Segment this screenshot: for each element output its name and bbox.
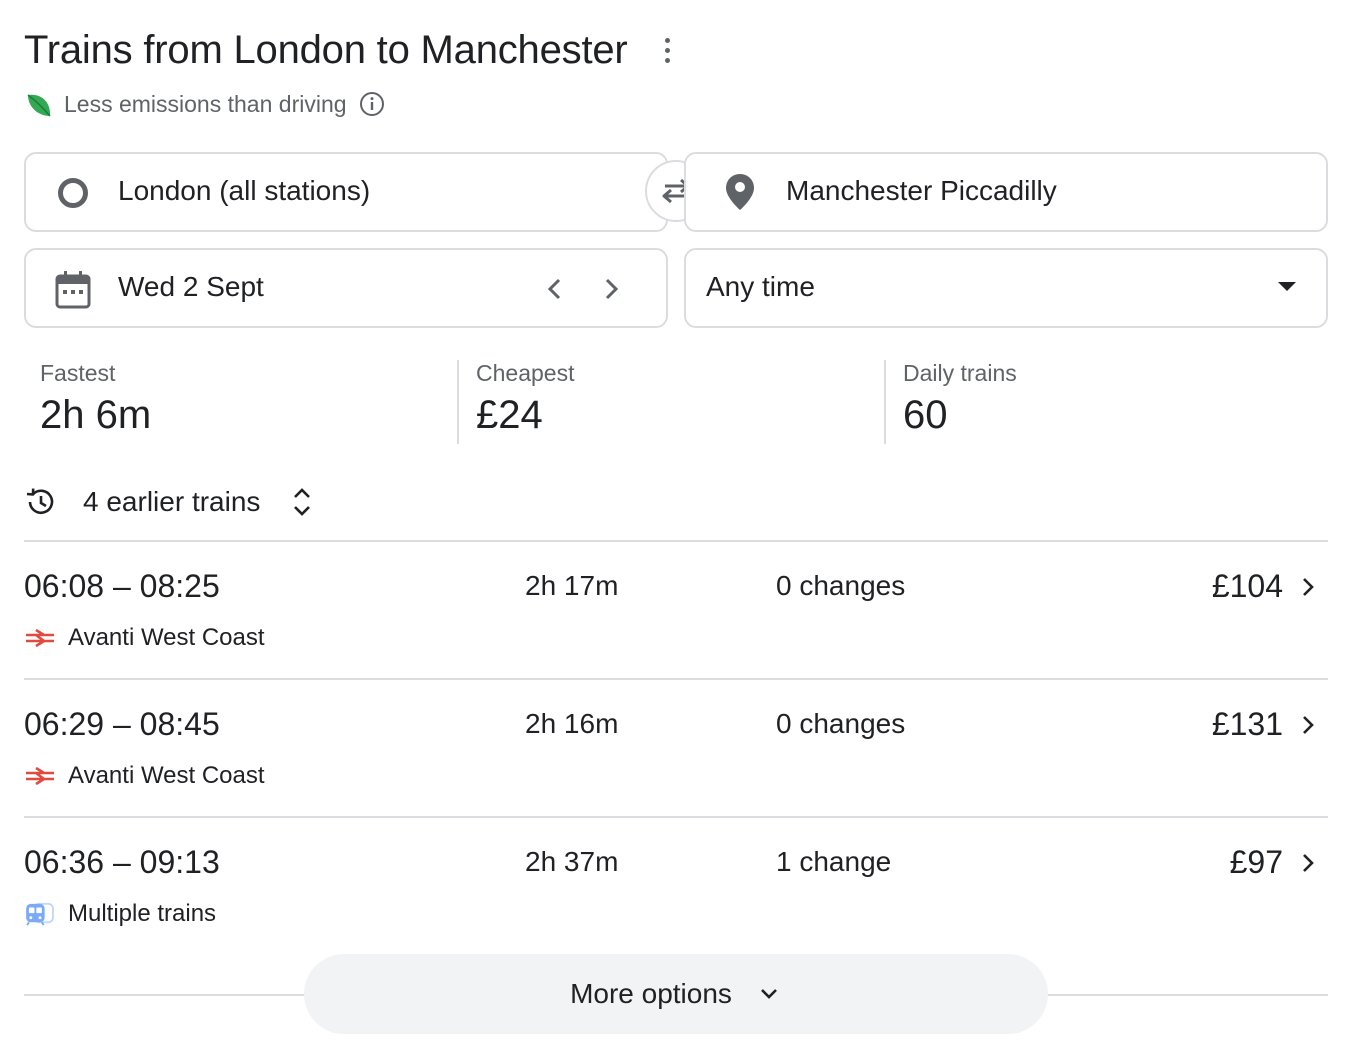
destination-field[interactable]: Manchester Piccadilly: [684, 152, 1328, 232]
trip-times: 06:08 – 08:25: [24, 568, 220, 604]
stat-cheapest: Cheapest £24: [476, 360, 574, 444]
date-field[interactable]: Wed 2 Sept: [24, 248, 668, 328]
chevron-down-icon: [761, 989, 777, 999]
dropdown-arrow-icon: [1278, 282, 1296, 291]
more-menu-icon[interactable]: [658, 31, 678, 71]
earlier-trains-toggle[interactable]: 4 earlier trains: [24, 482, 314, 522]
national-rail-icon: [26, 766, 54, 786]
location-pin-icon: [726, 174, 754, 210]
national-rail-icon: [26, 628, 54, 648]
stat-value: 2h 6m: [40, 393, 152, 437]
date-value: Wed 2 Sept: [118, 271, 264, 302]
trip-operator: Multiple trains: [68, 900, 217, 927]
trip-duration: 2h 16m: [525, 708, 619, 739]
next-day-button[interactable]: [594, 272, 628, 306]
time-value: Any time: [706, 271, 815, 302]
trip-operator: Avanti West Coast: [68, 624, 265, 651]
trip-row[interactable]: 06:08 – 08:25 2h 17m 0 changes £104 Avan…: [24, 542, 1328, 678]
time-select[interactable]: Any time: [684, 248, 1328, 328]
trip-operator: Avanti West Coast: [68, 762, 265, 789]
stat-label: Daily trains: [903, 360, 1017, 386]
origin-field[interactable]: London (all stations): [24, 152, 668, 232]
trip-duration: 2h 17m: [525, 570, 619, 601]
trip-price: £104: [1211, 568, 1283, 604]
trip-changes: 0 changes: [776, 570, 906, 601]
trip-times: 06:36 – 09:13: [24, 844, 220, 880]
emissions-text: Less emissions than driving: [64, 90, 347, 117]
emissions-note: Less emissions than driving: [24, 88, 385, 120]
chevron-right-icon: [1303, 578, 1314, 596]
trip-price: £131: [1211, 706, 1283, 742]
stat-label: Cheapest: [476, 360, 575, 386]
chevron-right-icon: [1303, 854, 1314, 872]
trip-duration: 2h 37m: [525, 846, 619, 877]
multiple-trains-icon: [26, 902, 54, 926]
info-icon[interactable]: [359, 91, 385, 117]
origin-circle-icon: [58, 178, 88, 208]
leaf-icon: [27, 94, 51, 117]
previous-day-button[interactable]: [538, 272, 572, 306]
more-options-label: More options: [570, 978, 732, 1009]
trip-changes: 0 changes: [776, 708, 906, 739]
trip-times: 06:29 – 08:45: [24, 706, 220, 742]
earlier-trains-label: 4 earlier trains: [83, 486, 261, 517]
stat-label: Fastest: [40, 360, 116, 386]
origin-value: London (all stations): [118, 175, 371, 206]
stat-fastest: Fastest 2h 6m: [40, 360, 151, 444]
trip-row[interactable]: 06:29 – 08:45 2h 16m 0 changes £131 Avan…: [24, 680, 1328, 816]
more-options-button[interactable]: More options: [304, 954, 1048, 1034]
history-icon: [26, 488, 54, 515]
page-title: Trains from London to Manchester: [24, 28, 628, 72]
chevron-right-icon: [1303, 716, 1314, 734]
trip-row[interactable]: 06:36 – 09:13 2h 37m 1 change £97 Multip…: [24, 818, 1328, 954]
stat-divider: [457, 360, 459, 444]
stat-daily-trains: Daily trains 60: [903, 360, 1017, 444]
destination-value: Manchester Piccadilly: [786, 175, 1057, 206]
stat-value: £24: [476, 393, 543, 437]
header: Trains from London to Manchester: [24, 28, 678, 73]
stat-divider: [884, 360, 886, 444]
trip-price: £97: [1229, 844, 1283, 880]
calendar-icon: [55, 271, 91, 309]
unfold-icon: [294, 488, 311, 516]
trip-changes: 1 change: [776, 846, 892, 877]
stat-value: 60: [903, 393, 948, 437]
